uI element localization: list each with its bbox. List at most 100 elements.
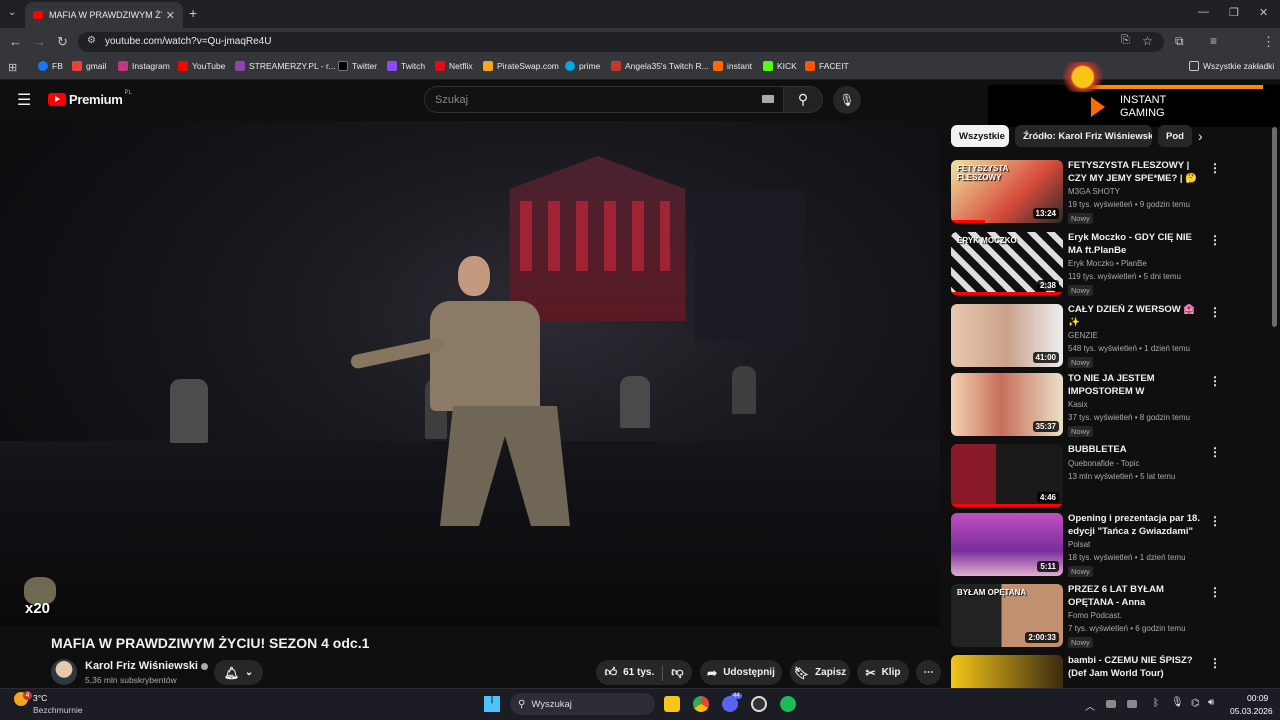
video-thumbnail[interactable]: 35:37: [951, 373, 1063, 436]
bookmark-star-icon[interactable]: ☆: [1142, 34, 1153, 48]
hamburger-menu-icon[interactable]: ☰: [17, 90, 31, 110]
bookmark-twitch[interactable]: Twitch: [387, 61, 425, 71]
more-options-icon[interactable]: ⋮: [1209, 585, 1221, 599]
more-options-icon[interactable]: ⋮: [1209, 161, 1221, 175]
notifications-button[interactable]: 🔔︎ ⌄: [214, 660, 263, 685]
reload-icon[interactable]: ↻: [57, 34, 68, 50]
recommendation-card[interactable]: FETYSZYSTA FLESZOWY 13:24 FETYSZYSTA FLESZ…: [951, 160, 1271, 224]
scrollbar[interactable]: [1272, 127, 1277, 327]
bookmark-kick[interactable]: KICK: [763, 61, 797, 71]
recommendation-title[interactable]: TO NIE JA JESTEM IMPOSTOREM W PROGRAMIE.…: [1068, 373, 1204, 399]
video-thumbnail[interactable]: ERYK MOCZKO 2:38: [951, 232, 1063, 295]
search-input[interactable]: Szukaj: [424, 86, 784, 113]
more-options-icon[interactable]: ⋮: [1209, 656, 1221, 670]
spotify-icon[interactable]: [780, 696, 796, 712]
recommendation-card[interactable]: 41:00 CAŁY DZIEŃ Z WERSOW 🏩 ✨ GENZIE 548 ty…: [951, 304, 1271, 368]
close-tab-icon[interactable]: ✕: [166, 9, 175, 22]
dislike-button[interactable]: 👎︎: [671, 665, 683, 680]
more-options-icon[interactable]: ⋮: [1209, 374, 1221, 388]
chip-all[interactable]: Wszystkie: [951, 125, 1009, 147]
bookmark-streamerzy[interactable]: STREAMERZY.PL - r...: [235, 61, 335, 71]
save-button[interactable]: 🔖︎ Zapisz: [790, 660, 850, 685]
recommendation-card[interactable]: 35:37 TO NIE JA JESTEM IMPOSTOREM W PROGR…: [951, 373, 1271, 437]
extensions-icon[interactable]: ⧉: [1175, 34, 1184, 49]
more-options-icon[interactable]: ⋮: [1209, 445, 1221, 459]
bookmark-instagram[interactable]: Instagram: [118, 61, 170, 71]
recommendation-title[interactable]: bambi - CZEMU NIE ŚPISZ? (Def Jam World …: [1068, 655, 1204, 680]
apps-grid-icon[interactable]: ⊞: [8, 61, 17, 74]
bookmark-pirateswap[interactable]: PirateSwap.com: [483, 61, 559, 71]
minimize-icon[interactable]: —: [1198, 6, 1209, 18]
back-icon[interactable]: ←: [9, 34, 22, 49]
recommendation-channel[interactable]: Eryk Moczko • PlanBe: [1068, 259, 1147, 268]
all-bookmarks-folder[interactable]: Wszystkie zakładki: [1189, 61, 1274, 71]
file-explorer-icon[interactable]: [664, 696, 680, 712]
install-app-icon[interactable]: ⎘: [1121, 34, 1130, 47]
more-actions-button[interactable]: ⋯: [916, 660, 941, 685]
channel-avatar[interactable]: [51, 659, 77, 685]
more-options-icon[interactable]: ⋮: [1209, 514, 1221, 528]
recommendation-card[interactable]: ERYK MOCZKO 2:38 Eryk Moczko - GDY CIĘ NIE…: [951, 232, 1271, 296]
recommendation-channel[interactable]: Polsat: [1068, 540, 1090, 549]
like-button[interactable]: 👍︎ 61 tys.: [605, 665, 655, 680]
bookmark-faceit[interactable]: FACEIT: [805, 61, 849, 71]
recommendation-channel[interactable]: Kasix: [1068, 400, 1088, 409]
tray-chevron-icon[interactable]: ︿: [1085, 698, 1095, 713]
recommendation-channel[interactable]: Fomo Podcast.: [1068, 611, 1122, 620]
tray-app-icon[interactable]: [1127, 700, 1137, 708]
clock-time[interactable]: 00:09: [1247, 693, 1268, 703]
recommendation-title[interactable]: Eryk Moczko - GDY CIĘ NIE MA ft.PlanBe: [1068, 232, 1204, 257]
recommendation-card[interactable]: BYŁAM OPĘTANA 2:00:33 PRZEZ 6 LAT BYŁAM OP…: [951, 584, 1271, 648]
new-tab-icon[interactable]: +: [189, 5, 197, 21]
site-info-icon[interactable]: ⚙: [87, 35, 96, 46]
bookmark-prime[interactable]: prime: [565, 61, 600, 71]
bookmark-fb[interactable]: FB: [38, 61, 63, 71]
more-options-icon[interactable]: ⋮: [1209, 305, 1221, 319]
clock-date[interactable]: 05.03.2026: [1230, 706, 1273, 716]
bookmark-angela35[interactable]: Angela35's Twitch R...: [611, 61, 709, 71]
recommendation-title[interactable]: PRZEZ 6 LAT BYŁAM OPĘTANA - Anna Gołędzi…: [1068, 584, 1204, 610]
chip-source-channel[interactable]: Źródło: Karol Friz Wiśniewski: [1015, 125, 1152, 147]
volume-icon[interactable]: 🔊︎: [1208, 697, 1214, 708]
maximize-icon[interactable]: ❐: [1229, 6, 1239, 19]
obs-icon[interactable]: [751, 696, 767, 712]
instant-gaming-ad[interactable]: INSTANT GAMING: [988, 85, 1280, 127]
chip-related[interactable]: Pod: [1158, 125, 1192, 147]
bookmark-netflix[interactable]: Netflix: [435, 61, 473, 71]
forward-icon[interactable]: →: [33, 34, 46, 49]
browser-tab-active[interactable]: MAFIA W PRAWDZIWYM ŻYCIU ✕: [25, 2, 183, 28]
taskbar-search[interactable]: ⚲ Wyszukaj: [510, 693, 655, 715]
tab-list-icon[interactable]: ⌄: [8, 7, 16, 18]
bluetooth-icon[interactable]: ᛒ: [1153, 698, 1159, 709]
keyboard-icon[interactable]: [762, 95, 774, 103]
search-button[interactable]: ⚲: [783, 86, 823, 113]
video-thumbnail[interactable]: 4:46: [951, 444, 1063, 507]
chips-next-icon[interactable]: ›: [1198, 128, 1203, 144]
microphone-icon[interactable]: 🎙︎: [1171, 697, 1184, 708]
recommendation-title[interactable]: Opening i prezentacja par 18. edycji "Ta…: [1068, 513, 1204, 538]
bookmark-youtube[interactable]: YouTube: [178, 61, 225, 71]
video-player[interactable]: x20: [0, 121, 940, 626]
share-button[interactable]: ➦ Udostępnij: [700, 660, 782, 685]
recommendation-card[interactable]: 5:11 Opening i prezentacja par 18. edycji…: [951, 513, 1271, 577]
youtube-logo[interactable]: Premium PL: [48, 90, 132, 107]
chrome-menu-icon[interactable]: ⋮: [1262, 34, 1275, 50]
recommendation-title[interactable]: BUBBLETEA: [1068, 444, 1204, 457]
chrome-icon[interactable]: [693, 696, 709, 712]
recommendation-channel[interactable]: GENZIE: [1068, 331, 1098, 340]
video-thumbnail[interactable]: FETYSZYSTA FLESZOWY 13:24: [951, 160, 1063, 223]
bookmark-gmail[interactable]: gmail: [72, 61, 106, 71]
video-thumbnail[interactable]: 41:00: [951, 304, 1063, 367]
media-controls-icon[interactable]: ≡: [1210, 34, 1217, 48]
more-options-icon[interactable]: ⋮: [1209, 233, 1221, 247]
recommendation-channel[interactable]: Quebonafide - Topic: [1068, 459, 1139, 468]
video-thumbnail[interactable]: BYŁAM OPĘTANA 2:00:33: [951, 584, 1063, 647]
address-bar[interactable]: ⚙ youtube.com/watch?v=Qu-jmaqRe4U ⎘ ☆: [78, 32, 1164, 52]
recommendation-channel[interactable]: M3GA SHOTY: [1068, 187, 1120, 196]
tray-app-icon[interactable]: [1106, 700, 1116, 708]
voice-search-button[interactable]: 🎙: [833, 86, 861, 114]
recommendation-card[interactable]: 4:46 BUBBLETEA Quebonafide - Topic 13 mln w…: [951, 444, 1271, 508]
network-icon[interactable]: ⌬: [1191, 698, 1200, 709]
video-thumbnail[interactable]: 5:11: [951, 513, 1063, 576]
bookmark-instant[interactable]: instant: [713, 61, 752, 71]
